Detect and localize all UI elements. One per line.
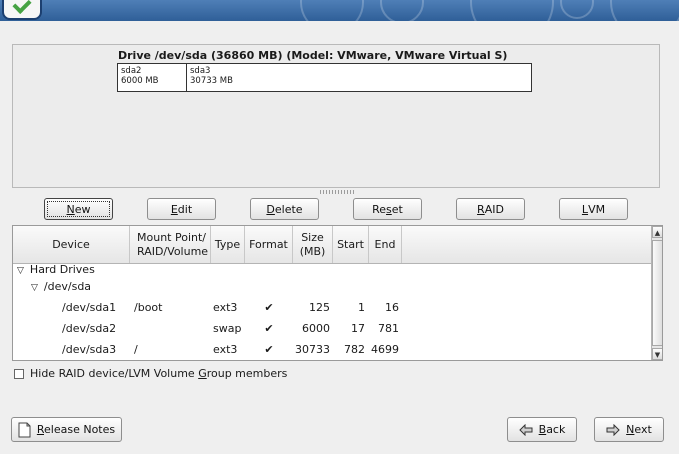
start-cell: 17 bbox=[351, 322, 365, 335]
format-check-icon: ✔ bbox=[264, 322, 274, 335]
header-banner bbox=[0, 0, 679, 21]
size-cell: 6000 bbox=[302, 322, 330, 335]
table-row[interactable]: /dev/sda1 /boot ext3 ✔ 125 1 16 bbox=[13, 297, 651, 318]
start-cell: 782 bbox=[344, 343, 365, 356]
column-header-mount-point[interactable]: Mount Point/RAID/Volume bbox=[130, 226, 211, 263]
start-cell: 1 bbox=[358, 301, 365, 314]
partition-table[interactable]: Device Mount Point/RAID/Volume Type Form… bbox=[12, 225, 663, 361]
lvm-button[interactable]: L VM bbox=[559, 198, 628, 220]
table-row[interactable]: /dev/sda2 swap ✔ 6000 17 781 bbox=[13, 318, 651, 339]
partition-bar: sda2 6000 MB sda3 30733 MB bbox=[117, 63, 532, 92]
type-cell: swap bbox=[213, 322, 242, 335]
device-cell: /dev/sda3 bbox=[62, 343, 117, 356]
arrow-left-icon bbox=[518, 423, 533, 436]
triangle-down-icon[interactable]: ▽ bbox=[31, 278, 38, 299]
mount-cell: /boot bbox=[134, 301, 163, 314]
format-check-icon: ✔ bbox=[264, 301, 274, 314]
column-header-type[interactable]: Type bbox=[211, 226, 245, 263]
pane-resize-grip[interactable] bbox=[320, 190, 354, 194]
hide-raid-lvm-label[interactable]: Hide RAID device/LVM Volume Group member… bbox=[30, 367, 287, 380]
type-cell: ext3 bbox=[213, 301, 238, 314]
column-header-end[interactable]: End bbox=[369, 226, 402, 263]
table-row[interactable]: /dev/sda3 / ext3 ✔ 30733 782 4699 bbox=[13, 339, 651, 360]
partition-size: 6000 MB bbox=[121, 76, 159, 86]
scroll-down-icon[interactable]: ▼ bbox=[652, 348, 662, 360]
partition-block-sda2[interactable]: sda2 6000 MB bbox=[118, 64, 187, 91]
partition-block-sda3[interactable]: sda3 30733 MB bbox=[187, 64, 531, 91]
document-icon bbox=[18, 422, 31, 437]
release-notes-button[interactable]: Release Notes bbox=[11, 417, 122, 442]
scroll-up-icon[interactable]: ▲ bbox=[652, 226, 662, 238]
reset-button[interactable]: Re s et bbox=[353, 198, 422, 220]
new-button[interactable]: New bbox=[44, 198, 113, 220]
size-cell: 125 bbox=[309, 301, 330, 314]
mount-cell: / bbox=[134, 343, 138, 356]
back-button[interactable]: Back bbox=[507, 417, 577, 442]
format-check-icon: ✔ bbox=[264, 343, 274, 356]
table-scrollbar[interactable]: ▲ ▼ bbox=[651, 226, 662, 360]
tree-row-drive[interactable]: ▽/dev/sda bbox=[13, 276, 651, 297]
size-cell: 30733 bbox=[295, 343, 330, 356]
partition-name: sda3 bbox=[190, 66, 211, 76]
column-header-format[interactable]: Format bbox=[245, 226, 293, 263]
end-cell: 4699 bbox=[371, 343, 399, 356]
drive-title: Drive /dev/sda (36860 MB) (Model: VMware… bbox=[118, 49, 508, 62]
end-cell: 781 bbox=[378, 322, 399, 335]
scrollbar-thumb[interactable] bbox=[652, 240, 662, 346]
partition-name: sda2 bbox=[121, 66, 142, 76]
edit-button[interactable]: Edit bbox=[147, 198, 216, 220]
column-header-size[interactable]: Size (MB) bbox=[293, 226, 333, 263]
installer-logo bbox=[2, 0, 42, 20]
partition-size: 30733 MB bbox=[190, 76, 233, 86]
raid-button[interactable]: R AID bbox=[456, 198, 525, 220]
device-cell: /dev/sda1 bbox=[62, 301, 117, 314]
type-cell: ext3 bbox=[213, 343, 238, 356]
column-header-start[interactable]: Start bbox=[333, 226, 369, 263]
arrow-right-icon bbox=[606, 423, 620, 436]
next-button[interactable]: Next bbox=[594, 417, 664, 442]
device-cell: /dev/sda2 bbox=[62, 322, 117, 335]
hide-raid-lvm-checkbox[interactable] bbox=[14, 369, 24, 379]
tree-drive-label: ▽/dev/sda bbox=[31, 276, 91, 297]
column-header-device[interactable]: Device bbox=[13, 226, 130, 263]
end-cell: 16 bbox=[385, 301, 399, 314]
delete-button[interactable]: Delete bbox=[250, 198, 319, 220]
